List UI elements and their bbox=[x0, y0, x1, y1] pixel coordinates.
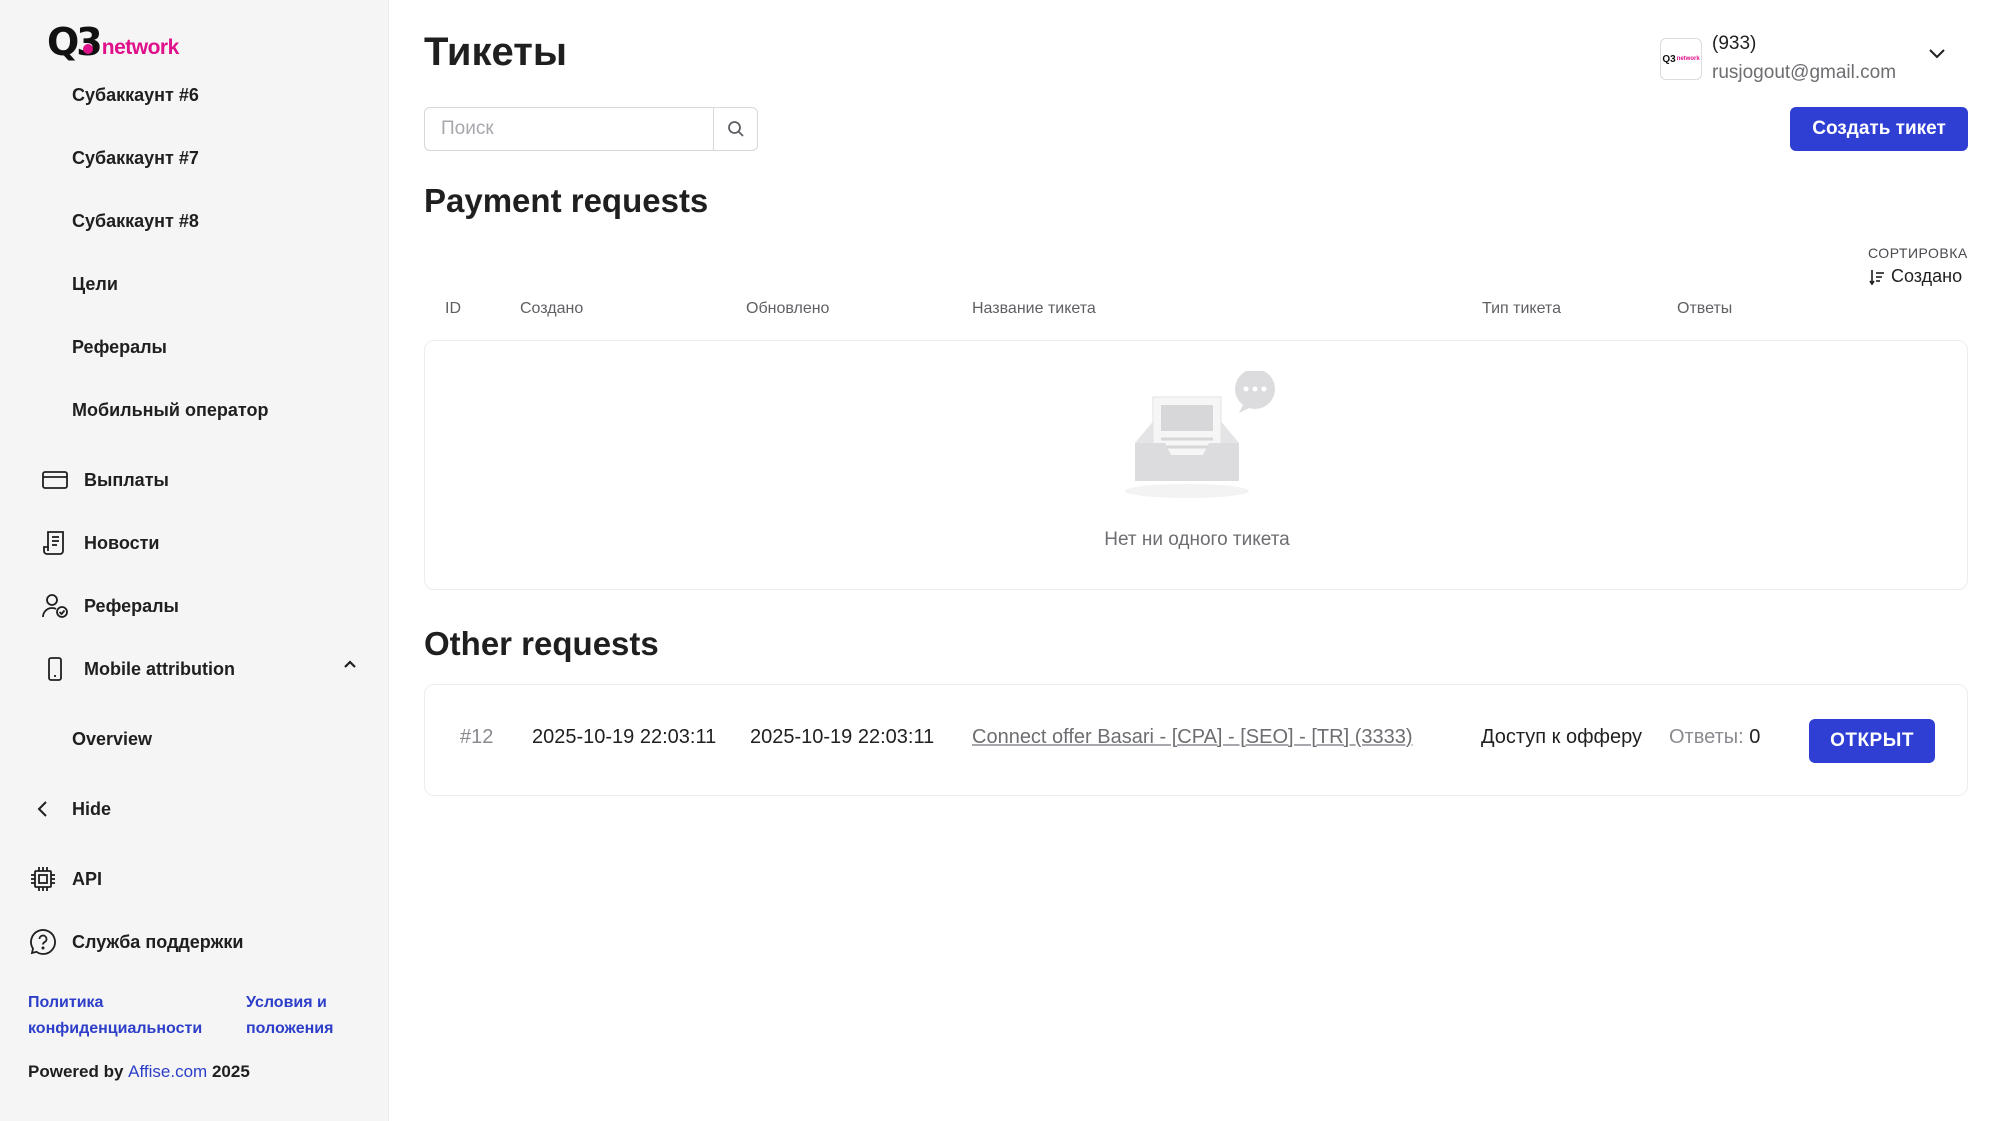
sidebar-item-label: Выплаты bbox=[84, 469, 169, 490]
chevron-up-icon[interactable] bbox=[342, 656, 358, 672]
ticket-created: 2025-10-19 22:03:11 bbox=[532, 726, 717, 748]
news-icon bbox=[40, 528, 70, 558]
sidebar-item-support[interactable]: Служба поддержки bbox=[28, 924, 243, 960]
empty-inbox-icon bbox=[1125, 371, 1275, 498]
search-icon bbox=[727, 121, 744, 137]
affise-link[interactable]: Affise.com bbox=[128, 1062, 207, 1081]
sidebar: Q3 network Субаккаунт #6 Субаккаунт #7 С… bbox=[0, 0, 389, 1121]
sidebar-subitem-subaccount-8[interactable]: Субаккаунт #8 bbox=[72, 206, 199, 236]
terms-link[interactable]: Условия и положения bbox=[246, 990, 333, 1042]
chevron-down-icon[interactable] bbox=[1926, 42, 1948, 64]
chevron-left-icon bbox=[28, 794, 58, 824]
ticket-type: Доступ к офферу bbox=[1481, 726, 1643, 748]
avatar-text: network bbox=[1676, 56, 1700, 62]
sort-value-text: Создано bbox=[1891, 266, 1963, 286]
logo-mark: Q3 bbox=[47, 20, 103, 64]
sort-icon bbox=[1869, 269, 1884, 285]
sidebar-item-api[interactable]: API bbox=[28, 861, 102, 897]
create-ticket-button[interactable]: Создать тикет bbox=[1790, 107, 1968, 151]
ticket-replies: Ответы: 0 bbox=[1669, 726, 1760, 749]
user-menu[interactable]: Q3 network (933) rusjogout@gmail.com bbox=[1660, 30, 1896, 88]
privacy-policy-link[interactable]: Политика конфиденциальности bbox=[28, 990, 202, 1042]
column-header-replies[interactable]: Ответы bbox=[1677, 300, 1732, 318]
card-icon bbox=[40, 465, 70, 495]
powered-prefix: Powered by bbox=[28, 1062, 124, 1081]
sidebar-item-label: Рефералы bbox=[84, 595, 179, 616]
avatar: Q3 network bbox=[1660, 38, 1702, 80]
sidebar-item-label: API bbox=[72, 868, 103, 889]
powered-year: 2025 bbox=[211, 1062, 250, 1081]
sidebar-item-label: Новости bbox=[84, 532, 160, 553]
terms-line-2: положения bbox=[246, 1020, 334, 1037]
sidebar-subitem-referrals[interactable]: Рефералы bbox=[72, 332, 167, 362]
column-header-updated[interactable]: Обновлено bbox=[746, 300, 829, 318]
referrals-icon bbox=[40, 591, 70, 621]
column-header-created[interactable]: Создано bbox=[520, 300, 583, 318]
empty-state-text: Нет ни одного тикета bbox=[1104, 529, 1290, 550]
column-header-type[interactable]: Тип тикета bbox=[1482, 300, 1561, 318]
ticket-updated: 2025-10-19 22:03:11 bbox=[750, 726, 935, 748]
column-header-name[interactable]: Название тикета bbox=[972, 300, 1096, 318]
user-email: rusjogout@gmail.com bbox=[1712, 62, 1897, 83]
table-row: #12 2025-10-19 22:03:11 2025-10-19 22:03… bbox=[424, 684, 1968, 796]
sidebar-subitem-overview[interactable]: Overview bbox=[72, 724, 152, 754]
sidebar-item-payouts[interactable]: Выплаты bbox=[40, 462, 169, 498]
sidebar-item-referrals[interactable]: Рефералы bbox=[40, 588, 179, 624]
sidebar-item-label: Hide bbox=[72, 798, 112, 819]
avatar-mark: Q3 bbox=[1662, 53, 1676, 65]
phone-icon bbox=[40, 654, 70, 684]
replies-count: 0 bbox=[1749, 726, 1761, 748]
chip-icon bbox=[28, 864, 58, 894]
ticket-name-link[interactable]: Connect offer Basari - [CPA] - [SEO] - [… bbox=[972, 726, 1413, 749]
search-input[interactable] bbox=[425, 108, 713, 150]
section-title-payment-requests: Payment requests bbox=[424, 182, 709, 219]
sort-label: СОРТИРОВКА bbox=[1868, 245, 1968, 261]
sidebar-hide-button[interactable]: Hide bbox=[28, 791, 111, 827]
page-title: Тикеты bbox=[424, 30, 567, 74]
logo-text: network bbox=[101, 36, 180, 59]
search-box bbox=[424, 107, 758, 151]
sidebar-item-news[interactable]: Новости bbox=[40, 525, 159, 561]
brand-logo[interactable]: Q3 network bbox=[47, 18, 179, 62]
terms-line-1: Условия и bbox=[246, 994, 327, 1011]
sidebar-item-label: Служба поддержки bbox=[72, 931, 244, 952]
powered-by: Powered by Affise.com 2025 bbox=[28, 1062, 250, 1082]
sidebar-subitem-subaccount-7[interactable]: Субаккаунт #7 bbox=[72, 143, 199, 173]
ticket-status-button[interactable]: ОТКРЫТ bbox=[1809, 719, 1935, 763]
sidebar-subitem-goals[interactable]: Цели bbox=[72, 269, 118, 299]
help-icon bbox=[28, 927, 58, 957]
ticket-id: #12 bbox=[460, 726, 494, 748]
section-title-other-requests: Other requests bbox=[424, 625, 659, 662]
sidebar-subitem-mobile-operator[interactable]: Мобильный оператор bbox=[72, 395, 268, 425]
sort-dropdown[interactable]: Создано bbox=[1869, 266, 1962, 287]
sidebar-subitem-subaccount-6[interactable]: Субаккаунт #6 bbox=[72, 80, 199, 110]
privacy-line-2: конфиденциальности bbox=[28, 1020, 203, 1037]
sidebar-item-mobile-attribution[interactable]: Mobile attribution bbox=[40, 651, 235, 687]
search-button[interactable] bbox=[713, 108, 757, 150]
empty-state-card: Нет ни одного тикета bbox=[424, 340, 1968, 590]
column-header-id[interactable]: ID bbox=[445, 300, 461, 318]
user-id: (933) bbox=[1712, 33, 1757, 54]
replies-label: Ответы: bbox=[1669, 726, 1744, 748]
sidebar-item-label: Mobile attribution bbox=[84, 658, 235, 679]
privacy-line-1: Политика bbox=[28, 994, 104, 1011]
